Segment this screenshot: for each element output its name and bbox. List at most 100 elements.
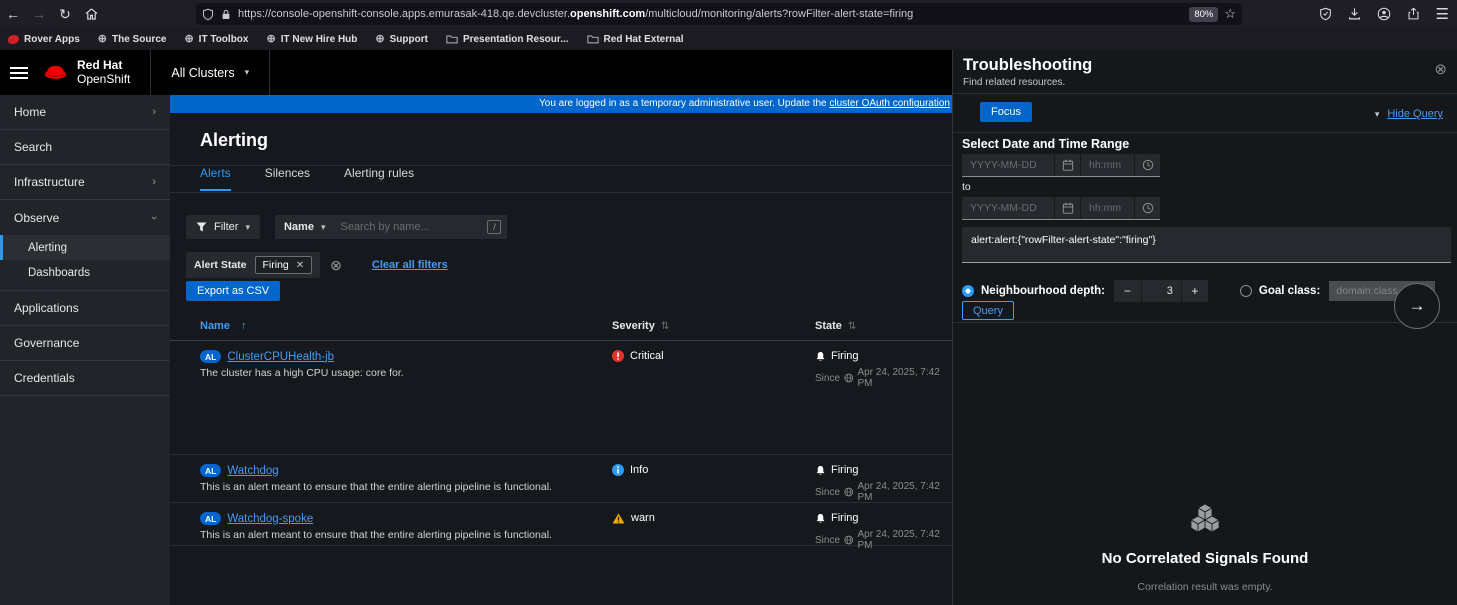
depth-label: Neighbourhood depth: (981, 285, 1105, 297)
submit-arrow-button[interactable]: → (1394, 283, 1440, 329)
alert-description: This is an alert meant to ensure that th… (200, 529, 552, 541)
sidebar-item-alerting[interactable]: Alerting (0, 235, 170, 260)
state-label: Firing (831, 350, 859, 362)
clock-icon-button[interactable] (1134, 197, 1160, 219)
depth-value[interactable]: 3 (1141, 280, 1181, 302)
sidebar-item-dashboards[interactable]: Dashboards (0, 260, 170, 285)
column-header-severity[interactable]: Severity⇅ (612, 320, 669, 332)
end-date-input[interactable] (962, 197, 1054, 219)
redhat-openshift-brand[interactable]: Red HatOpenShift (42, 59, 150, 87)
account-icon[interactable] (1377, 7, 1391, 21)
filter-dropdown[interactable]: Filter ▾ (186, 215, 260, 239)
bookmark-item-presentation-resources[interactable]: Presentation Resour... (446, 34, 569, 45)
cubes-icon (1189, 502, 1221, 534)
alert-name-link[interactable]: ClusterCPUHealth-jb (227, 351, 334, 363)
sidebar-item-governance[interactable]: Governance (0, 326, 170, 361)
privacy-shield-icon[interactable] (1319, 7, 1332, 21)
share-icon[interactable] (1407, 7, 1420, 21)
alert-description: This is an alert meant to ensure that th… (200, 481, 552, 493)
bookmarks-bar: Rover Apps ⊕The Source ⊕IT Toolbox ⊕IT N… (0, 28, 1457, 50)
column-header-state[interactable]: State⇅ (815, 320, 856, 332)
forward-button[interactable]: → (26, 3, 52, 25)
empty-state-title: No Correlated Signals Found (953, 550, 1457, 567)
chip-remove-icon[interactable]: ✕ (296, 260, 304, 271)
globe-icon: ⊕ (184, 34, 193, 45)
tracking-shield-icon[interactable] (202, 8, 214, 21)
back-button[interactable]: ← (0, 3, 26, 25)
folder-icon (587, 34, 599, 44)
nav-toggle-button[interactable] (10, 67, 28, 79)
cluster-selector-dropdown[interactable]: All Clusters ▾ (150, 50, 270, 95)
start-time-input[interactable] (1080, 154, 1134, 176)
table-row[interactable]: AL Watchdog-spoke This is an alert meant… (170, 503, 952, 546)
calendar-icon-button[interactable] (1054, 154, 1080, 176)
bookmark-item-red-hat-external[interactable]: Red Hat External (587, 34, 684, 45)
bookmark-item-it-toolbox[interactable]: ⊕IT Toolbox (184, 34, 248, 45)
sidebar-item-applications[interactable]: Applications (0, 291, 170, 326)
sidebar-item-infrastructure[interactable]: Infrastructure› (0, 165, 170, 200)
sidebar-item-credentials[interactable]: Credentials (0, 361, 170, 396)
since-time: Apr 24, 2025, 7:42 PM (857, 529, 952, 551)
depth-decrement-button[interactable]: − (1114, 280, 1141, 302)
clear-all-filters-link[interactable]: Clear all filters (372, 259, 448, 271)
panel-subtitle: Find related resources. (963, 77, 1447, 88)
table-row[interactable]: AL Watchdog This is an alert meant to en… (170, 455, 952, 503)
name-filter-dropdown[interactable]: Name ▾ (275, 215, 335, 239)
reload-button[interactable]: ↻ (52, 3, 78, 25)
end-time-input[interactable] (1080, 197, 1134, 219)
tab-alerting-rules[interactable]: Alerting rules (344, 166, 414, 191)
table-header-row: Name ↑ Severity⇅ State⇅ (170, 320, 952, 341)
search-input[interactable] (340, 221, 470, 233)
main-content: Alerting Alerts Silences Alerting rules … (170, 113, 952, 605)
clock-icon (1142, 202, 1154, 214)
sidebar-item-home[interactable]: Home› (0, 95, 170, 130)
globe-icon (844, 535, 853, 545)
sidebar-item-observe[interactable]: Observe› (0, 200, 170, 235)
filter-toolbar: Filter ▾ Name ▾ / (186, 215, 507, 239)
focus-button[interactable]: Focus (980, 102, 1032, 122)
clock-icon-button[interactable] (1134, 154, 1160, 176)
chip-firing[interactable]: Firing✕ (255, 256, 313, 274)
zoom-level-badge[interactable]: 80% (1189, 7, 1218, 22)
url-bar[interactable]: https://console-openshift-console.apps.e… (196, 3, 1242, 25)
globe-icon: ⊕ (266, 34, 275, 45)
divider (953, 322, 1457, 323)
start-datetime-group (962, 154, 1160, 177)
sidebar-item-search[interactable]: Search (0, 130, 170, 165)
page-title: Alerting (200, 130, 268, 151)
alert-badge: AL (200, 464, 221, 477)
neighbourhood-depth-radio[interactable] (962, 285, 974, 297)
depth-increment-button[interactable]: + (1181, 280, 1208, 302)
download-icon[interactable] (1348, 7, 1361, 21)
clear-chip-group-icon[interactable]: ⊗ (330, 257, 342, 274)
bookmark-item-support[interactable]: ⊕Support (375, 34, 428, 45)
column-header-name[interactable]: Name ↑ (200, 320, 247, 332)
tab-silences[interactable]: Silences (265, 166, 310, 191)
menu-icon[interactable]: ☰ (1436, 5, 1449, 23)
alert-name-link[interactable]: Watchdog (227, 465, 278, 477)
date-range-heading: Select Date and Time Range (962, 137, 1129, 151)
lock-icon[interactable] (220, 8, 232, 21)
chevron-down-icon: ▾ (245, 67, 250, 78)
tab-alerts[interactable]: Alerts (200, 166, 231, 191)
bookmark-star-icon[interactable]: ☆ (1224, 6, 1236, 22)
bookmark-item-it-new-hire-hub[interactable]: ⊕IT New Hire Hub (266, 34, 357, 45)
info-severity-icon (612, 464, 624, 476)
goal-class-radio[interactable] (1240, 285, 1252, 297)
calendar-icon-button[interactable] (1054, 197, 1080, 219)
panel-close-icon[interactable]: ⊗ (1434, 60, 1447, 78)
home-button[interactable] (78, 3, 104, 25)
bookmark-item-the-source[interactable]: ⊕The Source (98, 34, 167, 45)
chip-group-label: Alert State (194, 259, 247, 271)
query-button[interactable]: Query (962, 301, 1014, 320)
alert-name-link[interactable]: Watchdog-spoke (227, 513, 313, 525)
hide-query-toggle[interactable]: ▾ Hide Query (1375, 108, 1443, 120)
query-textarea[interactable]: alert:alert:{"rowFilter-alert-state":"fi… (962, 227, 1451, 263)
start-date-input[interactable] (962, 154, 1054, 176)
empty-state: No Correlated Signals Found Correlation … (953, 502, 1457, 593)
bookmark-item-rover-apps[interactable]: Rover Apps (8, 34, 80, 45)
oauth-configuration-link[interactable]: cluster OAuth configuration (829, 98, 950, 109)
search-field: / (334, 215, 507, 239)
export-csv-button[interactable]: Export as CSV (186, 281, 280, 301)
table-row[interactable]: AL ClusterCPUHealth-jb The cluster has a… (170, 341, 952, 455)
